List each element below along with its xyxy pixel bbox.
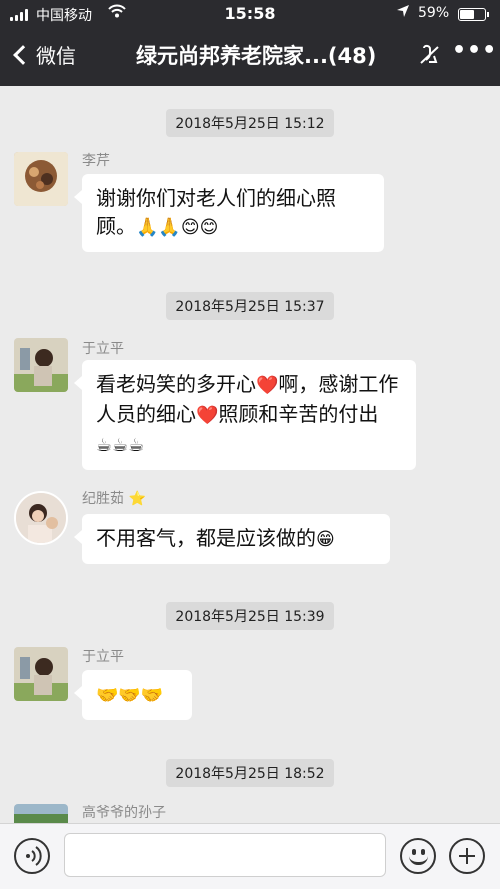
avatar[interactable] xyxy=(14,152,68,206)
sender-name: 高爷爷的孙子 xyxy=(82,805,166,821)
battery-fill xyxy=(460,10,474,19)
mute-icon xyxy=(418,44,440,66)
back-button[interactable]: 微信 xyxy=(10,40,76,69)
plus-icon[interactable] xyxy=(449,838,485,874)
message-input[interactable] xyxy=(64,833,386,877)
message-bubble[interactable]: 🤝🤝🤝 xyxy=(74,670,192,720)
heart-emoji: ❤️ xyxy=(256,375,279,396)
back-label: 微信 xyxy=(36,44,76,68)
timestamp: 2018年5月25日 15:39 xyxy=(0,602,500,630)
more-icon[interactable]: ••• xyxy=(452,38,497,63)
battery-percent: 59% xyxy=(418,5,450,21)
heart-emoji: ❤️ xyxy=(196,405,219,426)
timestamp: 2018年5月25日 15:37 xyxy=(0,292,500,320)
nav-row: 微信 绿元尚邦养老院家...(48) ••• xyxy=(0,36,500,76)
sender-name: 李芹 xyxy=(82,153,110,169)
voice-icon[interactable] xyxy=(14,838,50,874)
message-bubble[interactable]: 谢谢你们对老人们的细心照顾。🙏🙏😊😊 xyxy=(74,174,384,252)
avatar[interactable] xyxy=(14,491,68,545)
chevron-left-icon xyxy=(13,44,33,65)
handshake-emoji: 🤝🤝🤝 xyxy=(96,685,164,706)
avatar[interactable] xyxy=(14,338,68,392)
top-bar: 中国移动 15:58 59% 微信 绿元尚邦养老院家...(48) ••• xyxy=(0,0,500,86)
sender-name: 于立平 xyxy=(82,341,124,357)
avatar[interactable] xyxy=(14,647,68,701)
emoji-icon[interactable] xyxy=(400,838,436,874)
star-badge-icon: ⭐ xyxy=(128,491,146,507)
timestamp: 2018年5月25日 18:52 xyxy=(0,759,500,787)
status-bar: 中国移动 15:58 59% xyxy=(0,0,500,28)
battery-icon xyxy=(458,8,486,21)
emoji: 🙏🙏😊😊 xyxy=(136,217,219,238)
chat-title: 绿元尚邦养老院家...(48) xyxy=(136,44,377,68)
message-bubble[interactable]: 不用客气，都是应该做的😁 xyxy=(74,514,390,564)
chat-area[interactable]: 2018年5月25日 15:12 李芹 谢谢你们对老人们的细心照顾。🙏🙏😊😊 2… xyxy=(0,86,500,823)
avatar[interactable] xyxy=(14,804,68,823)
battery-nub xyxy=(487,12,489,17)
timestamp: 2018年5月25日 15:12 xyxy=(0,109,500,137)
message-bubble[interactable]: 看老妈笑的多开心❤️啊，感谢工作人员的细心❤️照顾和辛苦的付出☕☕☕ xyxy=(74,360,416,470)
grin-emoji: 😁 xyxy=(316,529,335,550)
sender-name: 纪胜茹 ⭐ xyxy=(82,491,146,507)
input-bar xyxy=(0,823,500,889)
location-icon xyxy=(396,4,410,22)
coffee-emoji: ☕☕☕ xyxy=(96,435,145,456)
sender-name: 于立平 xyxy=(82,649,124,665)
